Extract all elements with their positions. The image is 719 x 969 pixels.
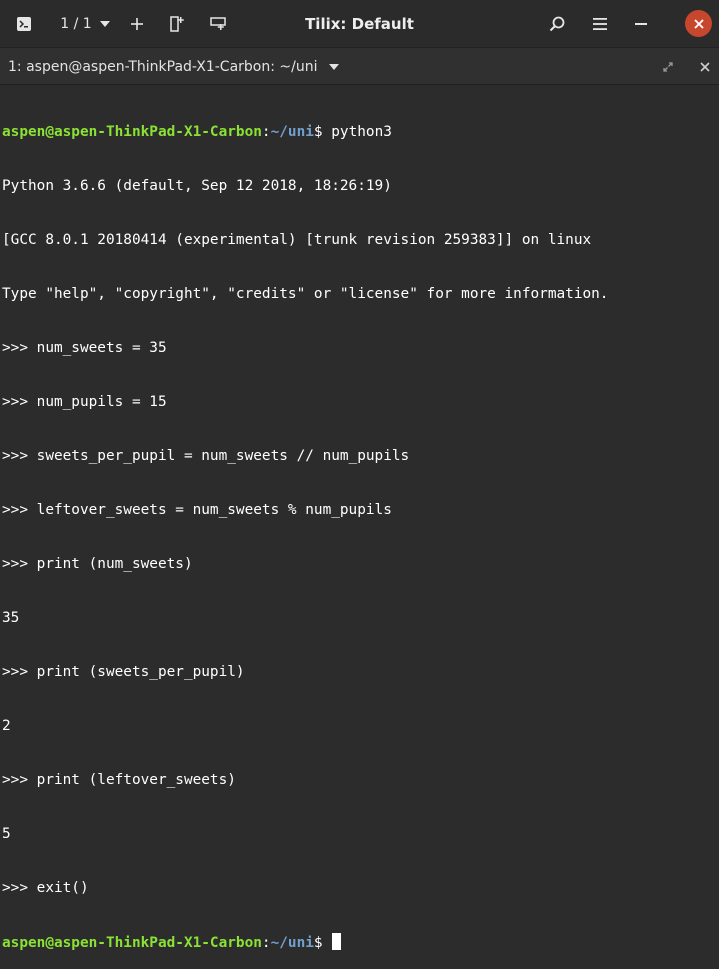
output-line: Type "help", "copyright", "credits" or "… — [2, 286, 609, 302]
prompt-path: ~/uni — [270, 124, 314, 140]
add-terminal-down-button[interactable] — [206, 0, 230, 47]
python-input-line: >>> leftover_sweets = num_sweets % num_p… — [2, 502, 392, 518]
menu-button[interactable] — [589, 0, 611, 47]
plus-icon — [131, 17, 143, 30]
close-terminal-button[interactable] — [697, 48, 713, 86]
prompt-line: aspen@aspen-ThinkPad-X1-Carbon:~/uni$ — [2, 933, 719, 951]
prompt-command: $ — [313, 935, 332, 951]
search-button[interactable] — [546, 0, 568, 47]
maximize-icon — [663, 62, 673, 72]
terminal-header: 1: aspen@aspen-ThinkPad-X1-Carbon: ~/uni — [0, 47, 719, 85]
python-input-line: >>> sweets_per_pupil = num_sweets // num… — [2, 448, 410, 464]
output-line: 35 — [2, 610, 20, 626]
prompt-user: aspen@aspen-ThinkPad-X1-Carbon — [2, 124, 262, 140]
maximize-terminal-button[interactable] — [660, 48, 676, 86]
chevron-down-icon — [99, 20, 110, 27]
session-counter: 1 / 1 — [60, 15, 92, 32]
terminal-icon — [17, 16, 31, 31]
output-line: 5 — [2, 826, 11, 842]
chevron-down-icon — [328, 64, 339, 70]
terminal-menu-button[interactable] — [10, 0, 38, 47]
terminal-title-menu[interactable]: 1: aspen@aspen-ThinkPad-X1-Carbon: ~/uni — [8, 48, 339, 86]
minimize-button[interactable] — [630, 0, 652, 47]
title-bar: 1 / 1 Tilix: Default — [0, 0, 719, 47]
close-icon — [693, 18, 704, 29]
python-input-line: >>> num_pupils = 15 — [2, 394, 167, 410]
prompt-user: aspen@aspen-ThinkPad-X1-Carbon — [2, 935, 262, 951]
hamburger-menu-icon — [593, 17, 607, 30]
python-input-line: >>> print (num_sweets) — [2, 556, 193, 572]
prompt-path: ~/uni — [270, 935, 314, 951]
prompt-command: $ python3 — [313, 124, 392, 140]
close-window-button[interactable] — [685, 10, 712, 37]
search-icon — [549, 16, 565, 31]
python-input-line: >>> num_sweets = 35 — [2, 340, 167, 356]
prompt-colon: : — [261, 935, 271, 951]
split-down-icon — [210, 16, 226, 30]
split-add-icon — [170, 15, 184, 32]
python-input-line: >>> print (sweets_per_pupil) — [2, 664, 245, 680]
output-line: Python 3.6.6 (default, Sep 12 2018, 18:2… — [2, 178, 392, 194]
prompt-line: aspen@aspen-ThinkPad-X1-Carbon:~/uni$ py… — [2, 123, 719, 141]
prompt-colon: : — [261, 124, 271, 140]
python-input-line: >>> exit() — [2, 880, 89, 896]
terminal-title: 1: aspen@aspen-ThinkPad-X1-Carbon: ~/uni — [8, 59, 318, 75]
close-icon — [700, 62, 710, 72]
python-input-line: >>> print (leftover_sweets) — [2, 772, 236, 788]
text-cursor — [332, 933, 342, 950]
add-session-button[interactable] — [126, 0, 148, 47]
minimize-icon — [635, 22, 647, 25]
add-terminal-right-button[interactable] — [166, 0, 188, 47]
session-switcher-button[interactable]: 1 / 1 — [56, 0, 114, 47]
output-line: 2 — [2, 718, 11, 734]
terminal-output[interactable]: aspen@aspen-ThinkPad-X1-Carbon:~/uni$ py… — [0, 85, 719, 951]
output-line: [GCC 8.0.1 20180414 (experimental) [trun… — [2, 232, 592, 248]
